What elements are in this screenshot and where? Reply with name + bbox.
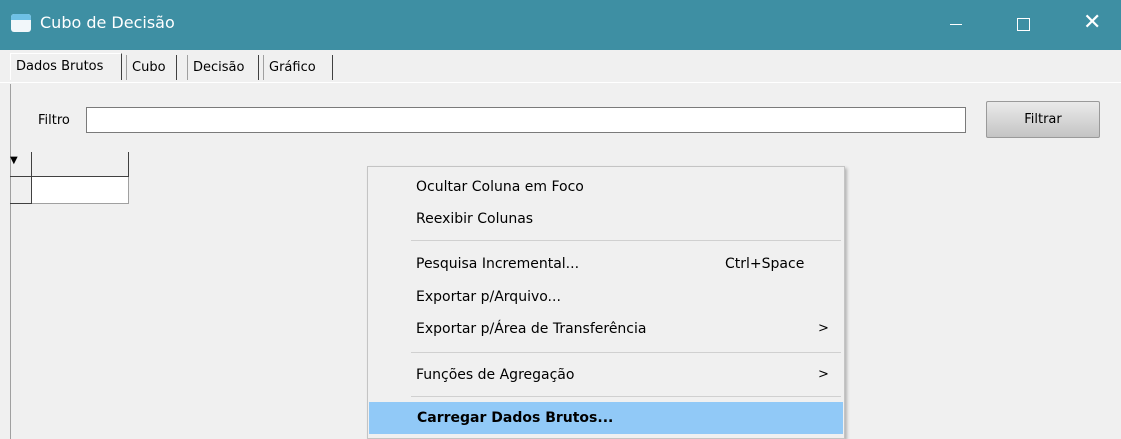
menu-item-hide-column[interactable]: Ocultar Coluna em Foco xyxy=(368,173,844,201)
close-icon: ✕ xyxy=(1083,10,1102,35)
filter-input[interactable] xyxy=(86,107,966,133)
tab-decisao[interactable]: Decisão xyxy=(187,55,259,80)
context-menu: Ocultar Coluna em Foco Reexibir Colunas … xyxy=(367,166,845,439)
menu-item-label: Exportar p/Área de Transferência xyxy=(416,321,647,337)
menu-item-label: Ocultar Coluna em Foco xyxy=(416,179,584,195)
menu-item-show-columns[interactable]: Reexibir Colunas xyxy=(368,205,844,233)
chevron-right-icon: > xyxy=(818,321,829,336)
close-button[interactable]: ✕ xyxy=(1069,0,1121,50)
menu-item-label: Reexibir Colunas xyxy=(416,211,534,227)
menu-item-label: Exportar p/Arquivo... xyxy=(416,289,561,305)
tab-cubo[interactable]: Cubo xyxy=(126,55,177,80)
minimize-icon xyxy=(950,24,962,25)
menu-item-load-raw-data[interactable]: Carregar Dados Brutos... xyxy=(369,402,843,434)
filter-button[interactable]: Filtrar xyxy=(986,101,1100,138)
maximize-icon xyxy=(1017,18,1030,31)
chevron-right-icon: > xyxy=(818,367,829,382)
menu-item-incremental-search[interactable]: Pesquisa Incremental... Ctrl+Space xyxy=(368,250,844,278)
menu-item-shortcut: Ctrl+Space xyxy=(725,256,805,272)
menu-separator xyxy=(411,352,841,353)
grid-data-cell[interactable] xyxy=(32,177,129,204)
grid-column-menu-icon[interactable]: ▼ xyxy=(10,152,32,177)
grid-row-indicator[interactable] xyxy=(10,177,32,204)
menu-item-label: Carregar Dados Brutos... xyxy=(417,410,614,426)
tab-dados-brutos[interactable]: Dados Brutos xyxy=(10,53,122,80)
menu-item-label: Funções de Agregação xyxy=(416,367,575,383)
minimize-button[interactable] xyxy=(930,0,982,50)
window-title: Cubo de Decisão xyxy=(40,13,175,32)
menu-separator xyxy=(411,240,841,241)
menu-item-export-file[interactable]: Exportar p/Arquivo... xyxy=(368,283,844,311)
tab-strip-divider xyxy=(0,82,1121,83)
filter-label: Filtro xyxy=(38,113,70,128)
grid-header-cell[interactable] xyxy=(32,152,129,177)
title-bar: Cubo de Decisão ✕ xyxy=(0,0,1121,50)
menu-item-label: Pesquisa Incremental... xyxy=(416,256,580,272)
menu-item-export-clipboard[interactable]: Exportar p/Área de Transferência > xyxy=(368,315,844,343)
maximize-button[interactable] xyxy=(998,0,1050,50)
app-icon xyxy=(11,14,31,32)
menu-separator xyxy=(411,396,841,397)
menu-item-aggregation-functions[interactable]: Funções de Agregação > xyxy=(368,361,844,389)
tab-grafico[interactable]: Gráfico xyxy=(263,55,333,80)
